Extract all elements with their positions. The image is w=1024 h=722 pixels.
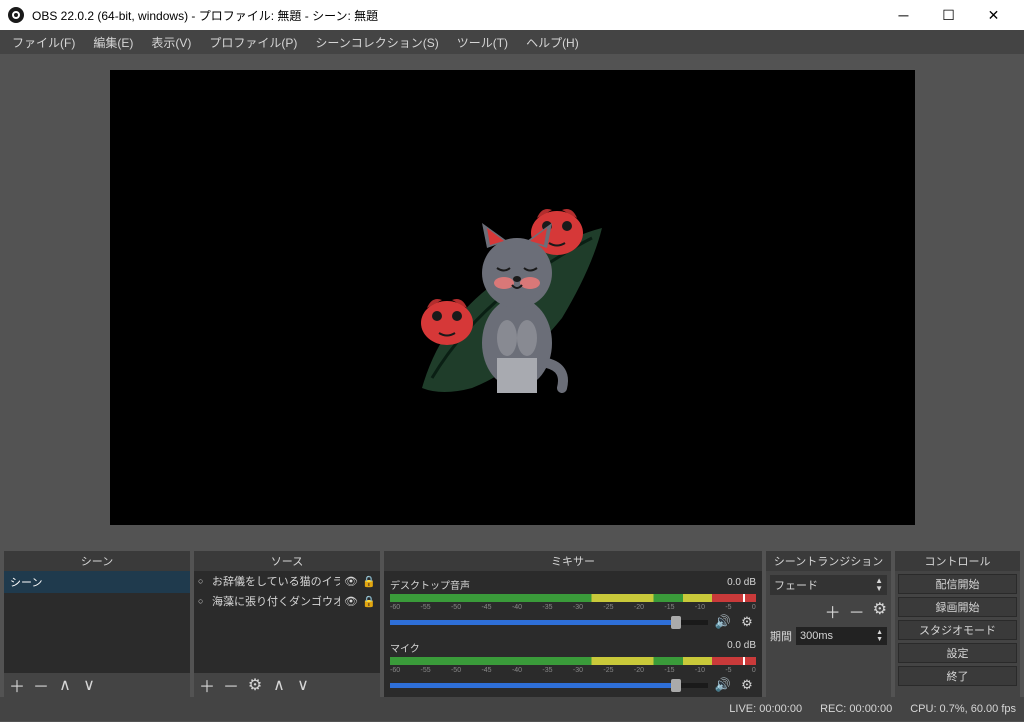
volume-slider[interactable] — [390, 683, 708, 688]
gear-icon[interactable]: ⚙ — [738, 677, 756, 693]
scenes-list[interactable]: シーン — [4, 571, 190, 673]
scenes-panel: シーン シーン ＋ － ∧ ∨ — [4, 551, 190, 697]
scenes-panel-title: シーン — [4, 551, 190, 571]
duration-spinner[interactable]: ▲▼ — [876, 629, 883, 643]
menubar: ファイル(F) 編集(E) 表示(V) プロファイル(P) シーンコレクション(… — [0, 30, 1024, 54]
studio-mode-button[interactable]: スタジオモード — [898, 620, 1017, 640]
source-remove-button[interactable]: － — [222, 673, 240, 697]
controls-panel-title: コントロール — [895, 551, 1020, 571]
menu-view[interactable]: 表示(V) — [143, 32, 199, 53]
scene-add-button[interactable]: ＋ — [8, 673, 26, 697]
scene-remove-button[interactable]: － — [32, 673, 50, 697]
status-live: LIVE: 00:00:00 — [729, 703, 802, 715]
menu-edit[interactable]: 編集(E) — [85, 32, 141, 53]
menu-file[interactable]: ファイル(F) — [4, 32, 83, 53]
audio-meter — [390, 594, 756, 602]
mixer-channel-name: デスクトップ音声 — [390, 577, 470, 592]
speaker-icon[interactable]: 🔊 — [714, 614, 732, 630]
mixer-panel: ミキサー デスクトップ音声 0.0 dB -60-55-50-45-40-35-… — [384, 551, 762, 697]
visibility-toggle-icon[interactable]: 👁 — [344, 595, 358, 608]
source-label: 海藻に張り付くダンゴウオのイラス — [212, 593, 340, 609]
source-bullet-icon: ○ — [198, 596, 208, 606]
controls-panel: コントロール 配信開始 録画開始 スタジオモード 設定 終了 — [895, 551, 1020, 697]
volume-slider[interactable] — [390, 620, 708, 625]
lock-toggle-icon[interactable]: 🔒 — [362, 595, 376, 608]
sources-panel-title: ソース — [194, 551, 380, 571]
mixer-panel-title: ミキサー — [384, 551, 762, 571]
source-label: お辞儀をしている猫のイラスト — [212, 573, 340, 589]
menu-help[interactable]: ヘルプ(H) — [518, 32, 587, 53]
controls-body: 配信開始 録画開始 スタジオモード 設定 終了 — [895, 571, 1020, 689]
sources-list[interactable]: ○ お辞儀をしている猫のイラスト 👁 🔒 ○ 海藻に張り付くダンゴウオのイラス … — [194, 571, 380, 673]
source-item[interactable]: ○ お辞儀をしている猫のイラスト 👁 🔒 — [194, 571, 380, 591]
scene-move-up-button[interactable]: ∧ — [56, 675, 74, 695]
statusbar: LIVE: 00:00:00 REC: 00:00:00 CPU: 0.7%, … — [0, 697, 1024, 721]
source-add-button[interactable]: ＋ — [198, 673, 216, 697]
mixer-body: デスクトップ音声 0.0 dB -60-55-50-45-40-35-30-25… — [384, 571, 762, 697]
bottom-panels: シーン シーン ＋ － ∧ ∨ ソース ○ お辞儀をしている猫のイラスト 👁 🔒… — [0, 551, 1024, 697]
duration-value: 300ms — [800, 630, 833, 642]
status-cpu: CPU: 0.7%, 60.00 fps — [910, 703, 1016, 715]
chevron-updown-icon: ▲▼ — [875, 577, 883, 593]
mixer-channel: マイク 0.0 dB -60-55-50-45-40-35-30-25-20-1… — [384, 638, 762, 695]
scene-item[interactable]: シーン — [4, 571, 190, 593]
window-title: OBS 22.0.2 (64-bit, windows) - プロファイル: 無… — [32, 7, 881, 24]
close-button[interactable]: ✕ — [971, 0, 1016, 30]
source-item[interactable]: ○ 海藻に張り付くダンゴウオのイラス 👁 🔒 — [194, 591, 380, 611]
source-settings-button[interactable]: ⚙ — [246, 675, 264, 695]
status-rec: REC: 00:00:00 — [820, 703, 892, 715]
start-streaming-button[interactable]: 配信開始 — [898, 574, 1017, 594]
transition-select[interactable]: フェード ▲▼ — [770, 575, 887, 595]
source-bullet-icon: ○ — [198, 576, 208, 586]
maximize-button[interactable]: ☐ — [926, 0, 971, 30]
settings-button[interactable]: 設定 — [898, 643, 1017, 663]
gear-icon[interactable]: ⚙ — [738, 614, 756, 630]
source-move-up-button[interactable]: ∧ — [270, 675, 288, 695]
sources-panel: ソース ○ お辞儀をしている猫のイラスト 👁 🔒 ○ 海藻に張り付くダンゴウオの… — [194, 551, 380, 697]
transitions-panel-title: シーントランジション — [766, 551, 891, 571]
audio-meter — [390, 657, 756, 665]
exit-button[interactable]: 終了 — [898, 666, 1017, 686]
scene-move-down-button[interactable]: ∨ — [80, 675, 98, 695]
duration-input[interactable]: 300ms ▲▼ — [796, 627, 887, 645]
obs-app-icon — [8, 7, 24, 23]
minimize-button[interactable]: ─ — [881, 0, 926, 30]
lock-toggle-icon[interactable]: 🔒 — [362, 575, 376, 588]
speaker-icon[interactable]: 🔊 — [714, 677, 732, 693]
mixer-channel-db: 0.0 dB — [727, 577, 756, 592]
preview-canvas[interactable] — [110, 70, 915, 525]
mixer-channel-db: 0.0 dB — [727, 640, 756, 655]
transition-settings-button[interactable]: ⚙ — [873, 599, 887, 623]
menu-scene-collection[interactable]: シーンコレクション(S) — [307, 32, 446, 53]
cat-illustration — [462, 223, 572, 393]
visibility-toggle-icon[interactable]: 👁 — [344, 575, 358, 588]
menu-tools[interactable]: ツール(T) — [449, 32, 516, 53]
transitions-body: フェード ▲▼ ＋ － ⚙ 期間 300ms ▲▼ — [766, 571, 891, 649]
transition-selected: フェード — [774, 577, 818, 593]
transition-remove-button[interactable]: － — [849, 599, 865, 623]
mixer-channel-name: マイク — [390, 640, 420, 655]
mixer-channel: デスクトップ音声 0.0 dB -60-55-50-45-40-35-30-25… — [384, 575, 762, 632]
meter-ticks: -60-55-50-45-40-35-30-25-20-15-10-50 — [390, 604, 756, 612]
source-move-down-button[interactable]: ∨ — [294, 675, 312, 695]
duration-label: 期間 — [770, 628, 792, 644]
window-titlebar: OBS 22.0.2 (64-bit, windows) - プロファイル: 無… — [0, 0, 1024, 30]
menu-profile[interactable]: プロファイル(P) — [201, 32, 305, 53]
transitions-panel: シーントランジション フェード ▲▼ ＋ － ⚙ 期間 300ms ▲▼ — [766, 551, 891, 697]
preview-content — [382, 168, 642, 428]
preview-area — [0, 54, 1024, 541]
meter-ticks: -60-55-50-45-40-35-30-25-20-15-10-50 — [390, 667, 756, 675]
transition-add-button[interactable]: ＋ — [825, 599, 841, 623]
start-recording-button[interactable]: 録画開始 — [898, 597, 1017, 617]
